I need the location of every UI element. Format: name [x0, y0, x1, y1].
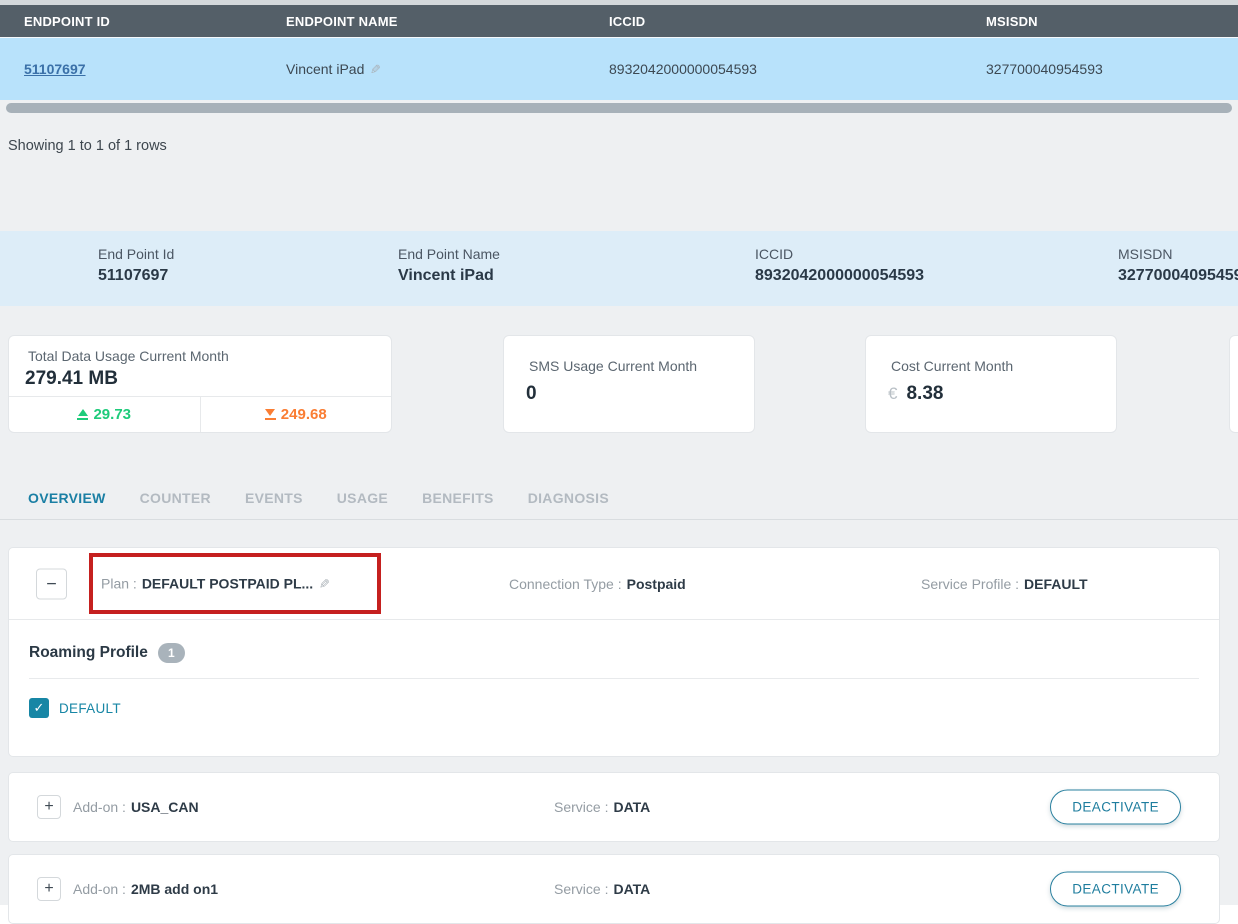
service-profile-label: Service Profile : — [921, 576, 1019, 592]
column-header-endpoint-name[interactable]: ENDPOINT NAME — [262, 14, 585, 29]
plan-info: Plan : DEFAULT POSTPAID PL... ✎ — [101, 575, 330, 592]
addon-panel-usa-can: + Add-on : USA_CAN Service : DATA DEACTIVA… — [8, 772, 1220, 842]
deactivate-addon-button[interactable]: DEACTIVATE — [1050, 790, 1181, 825]
endpoint-id-cell: 51107697 — [0, 61, 262, 77]
addon-name: 2MB add on1 — [131, 881, 218, 897]
expand-addon-button[interactable]: + — [37, 877, 61, 901]
edit-plan-icon[interactable]: ✎ — [319, 576, 330, 592]
addon-name: USA_CAN — [131, 799, 199, 815]
tab-overview[interactable]: OVERVIEW — [28, 490, 106, 506]
roaming-profile-section: Roaming Profile 1 ✓ DEFAULT — [9, 643, 1219, 756]
roaming-profile-header: Roaming Profile 1 — [29, 643, 1199, 663]
detail-field-msisdn: MSISDN 327700040954593 — [1118, 246, 1238, 285]
detail-field-endpoint-id: End Point Id 51107697 — [98, 246, 174, 285]
service-profile-info: Service Profile : DEFAULT — [921, 576, 1088, 592]
roaming-count-badge: 1 — [158, 643, 185, 663]
connection-type-info: Connection Type : Postpaid — [509, 576, 686, 592]
roaming-option-label: DEFAULT — [59, 701, 121, 716]
addon-panel-2mb-addon1: + Add-on : 2MB add on1 Service : DATA DEAC… — [8, 854, 1220, 924]
service-profile-value: DEFAULT — [1024, 576, 1088, 592]
check-icon: ✓ — [34, 700, 45, 716]
service-label: Service : — [554, 881, 608, 897]
connection-type-value: Postpaid — [627, 576, 686, 592]
column-header-iccid[interactable]: ICCID — [585, 14, 962, 29]
detail-field-endpoint-name: End Point Name Vincent iPad — [398, 246, 500, 285]
roaming-profile-title: Roaming Profile — [29, 644, 148, 662]
sms-usage-label: SMS Usage Current Month — [529, 358, 732, 374]
table-row-count: Showing 1 to 1 of 1 rows — [0, 115, 1238, 154]
addon-info: Add-on : 2MB add on1 — [73, 881, 218, 897]
endpoint-id-link[interactable]: 51107697 — [24, 61, 86, 77]
tab-events[interactable]: EVENTS — [245, 490, 303, 506]
endpoint-name-cell: Vincent iPad ✎ — [262, 61, 585, 78]
euro-sign: € — [888, 384, 897, 403]
detail-value: Vincent iPad — [398, 267, 500, 285]
download-icon — [265, 409, 276, 421]
data-usage-value: 279.41 MB — [25, 368, 375, 390]
sms-usage-value: 0 — [526, 383, 732, 405]
endpoints-table-header: ENDPOINT ID ENDPOINT NAME ICCID MSISDN — [0, 5, 1238, 37]
service-value: DATA — [613, 799, 650, 815]
iccid-cell: 8932042000000054593 — [585, 61, 962, 77]
roaming-divider — [29, 678, 1199, 679]
plan-label: Plan : — [101, 575, 137, 591]
cost-amount: 8.38 — [906, 383, 943, 404]
addon-label: Add-on : — [73, 799, 126, 815]
detail-label: ICCID — [755, 246, 924, 262]
clipped-card — [1229, 335, 1238, 433]
detail-value: 51107697 — [98, 267, 174, 285]
plan-value: DEFAULT POSTPAID PL... — [142, 575, 313, 591]
upload-icon — [77, 409, 88, 421]
detail-value: 327700040954593 — [1118, 267, 1238, 285]
detail-field-iccid: ICCID 8932042000000054593 — [755, 246, 924, 285]
roaming-option-default: ✓ DEFAULT — [29, 698, 1199, 756]
detail-label: MSISDN — [1118, 246, 1238, 262]
cost-value: €8.38 — [888, 383, 1094, 405]
plan-panel: − Plan : DEFAULT POSTPAID PL... ✎ Connecti… — [8, 547, 1220, 757]
upload-value: 29.73 — [93, 406, 131, 423]
cost-label: Cost Current Month — [891, 358, 1094, 374]
service-value: DATA — [613, 881, 650, 897]
service-label: Service : — [554, 799, 608, 815]
download-value: 249.68 — [281, 406, 327, 423]
expand-addon-button[interactable]: + — [37, 795, 61, 819]
tab-counter[interactable]: COUNTER — [140, 490, 211, 506]
detail-tabs: OVERVIEW COUNTER EVENTS USAGE BENEFITS D… — [0, 490, 1238, 520]
sms-usage-card: SMS Usage Current Month 0 — [503, 335, 755, 433]
addon-service-info: Service : DATA — [554, 799, 650, 815]
endpoint-detail-bar: End Point Id 51107697 End Point Name Vin… — [0, 231, 1238, 306]
table-horizontal-scrollbar — [0, 100, 1238, 115]
scrollbar-thumb[interactable] — [6, 103, 1232, 113]
usage-cards: Total Data Usage Current Month 279.41 MB… — [0, 335, 1238, 433]
addon-service-info: Service : DATA — [554, 881, 650, 897]
addon-label: Add-on : — [73, 881, 126, 897]
tab-diagnosis[interactable]: DIAGNOSIS — [528, 490, 609, 506]
download-usage: 249.68 — [201, 397, 392, 432]
addon-info: Add-on : USA_CAN — [73, 799, 199, 815]
data-usage-label: Total Data Usage Current Month — [28, 348, 375, 364]
upload-usage: 29.73 — [9, 397, 201, 432]
msisdn-cell: 327700040954593 — [962, 61, 1238, 77]
detail-label: End Point Id — [98, 246, 174, 262]
tab-benefits[interactable]: BENEFITS — [422, 490, 494, 506]
cost-card: Cost Current Month €8.38 — [865, 335, 1117, 433]
plan-row: − Plan : DEFAULT POSTPAID PL... ✎ Connecti… — [9, 548, 1219, 620]
endpoint-name-text: Vincent iPad — [286, 61, 364, 77]
column-header-endpoint-id[interactable]: ENDPOINT ID — [0, 14, 262, 29]
detail-value: 8932042000000054593 — [755, 267, 924, 285]
endpoint-table-row[interactable]: 51107697 Vincent iPad ✎ 89320420000000545… — [0, 37, 1238, 100]
roaming-default-checkbox[interactable]: ✓ — [29, 698, 49, 718]
connection-type-label: Connection Type : — [509, 576, 622, 592]
column-header-msisdn[interactable]: MSISDN — [962, 14, 1238, 29]
detail-label: End Point Name — [398, 246, 500, 262]
tab-usage[interactable]: USAGE — [337, 490, 388, 506]
edit-endpoint-name-icon[interactable]: ✎ — [370, 62, 381, 78]
deactivate-addon-button[interactable]: DEACTIVATE — [1050, 872, 1181, 907]
data-usage-card: Total Data Usage Current Month 279.41 MB… — [8, 335, 392, 433]
collapse-plan-button[interactable]: − — [36, 568, 67, 599]
